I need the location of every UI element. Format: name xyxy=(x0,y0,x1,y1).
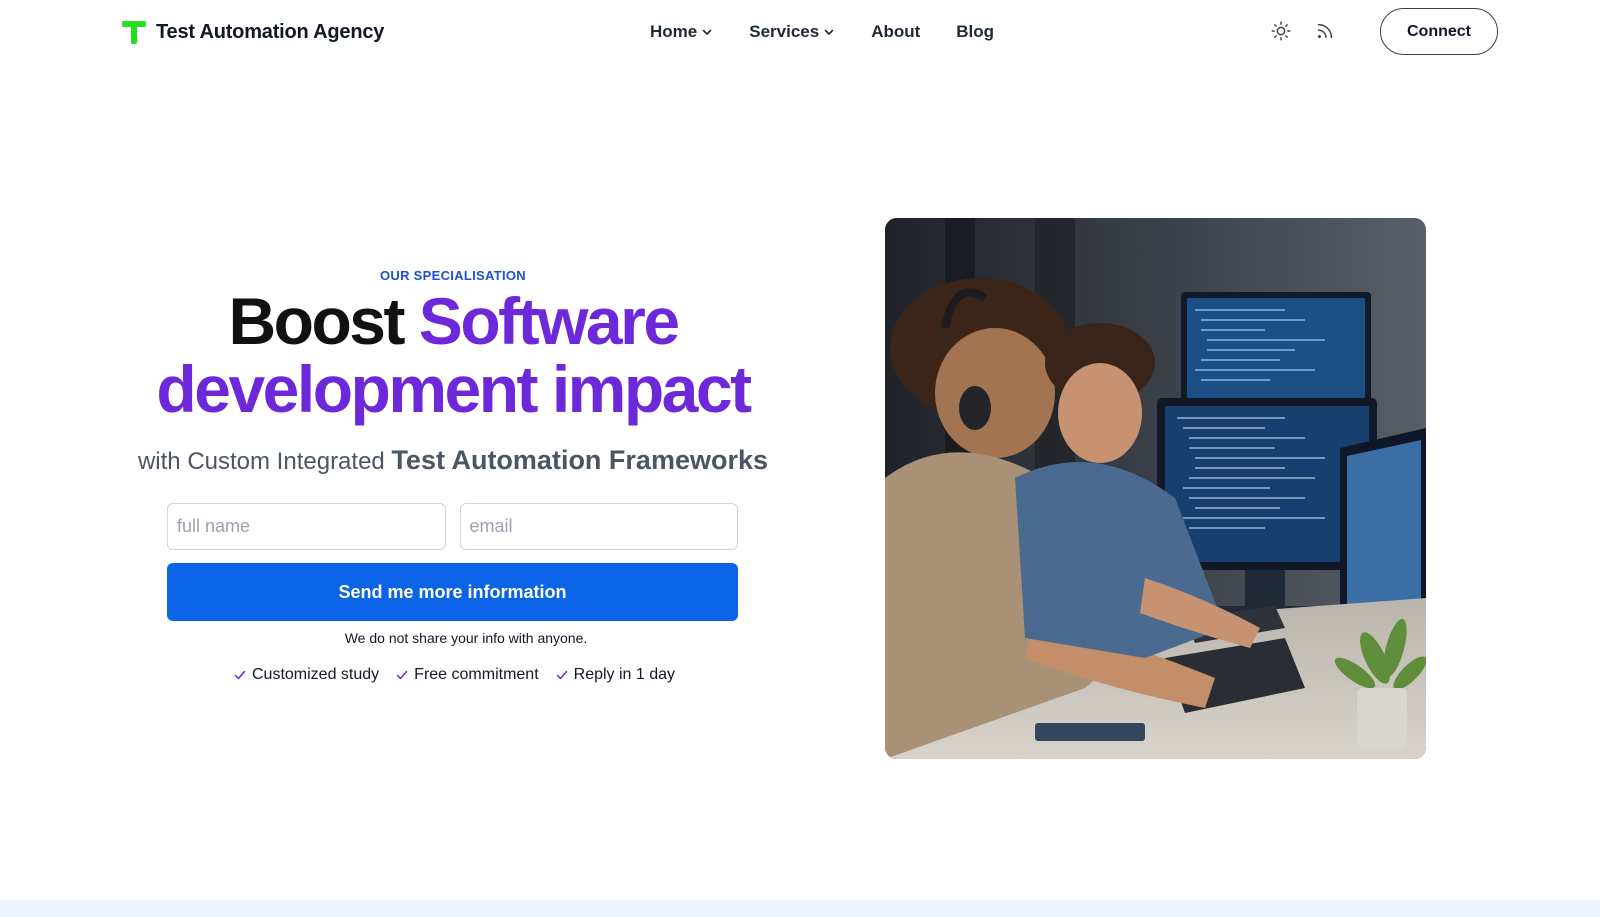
hero-headline: Boost Software development impact xyxy=(128,287,778,423)
nav-item-label: About xyxy=(871,22,921,41)
benefit-label: Reply in 1 day xyxy=(573,666,676,683)
benefit-label: Customized study xyxy=(252,666,380,683)
brand-name: Test Automation Agency xyxy=(156,20,385,43)
theme-toggle-button[interactable] xyxy=(1268,18,1294,44)
benefit-item: Free commitment xyxy=(395,666,539,684)
headline-dark-part: Boost xyxy=(228,284,405,358)
rss-button[interactable] xyxy=(1312,18,1338,44)
nav-item-blog[interactable]: Blog xyxy=(938,18,1012,46)
benefit-item: Customized study xyxy=(233,666,379,684)
lead-form xyxy=(167,503,738,550)
email-input[interactable] xyxy=(459,503,738,550)
nav-item-about[interactable]: About xyxy=(853,18,938,46)
nav-item-home[interactable]: Home xyxy=(650,18,731,46)
hero-subheadline: with Custom Integrated Test Automation F… xyxy=(128,445,778,476)
benefit-label: Free commitment xyxy=(414,666,539,683)
next-section-band xyxy=(0,900,1600,917)
sub-part-2: Custom Integrated xyxy=(187,448,385,475)
nav-item-services[interactable]: Services xyxy=(731,18,853,46)
check-icon xyxy=(396,670,408,680)
check-icon xyxy=(234,670,246,680)
nav-item-label: Services xyxy=(749,22,820,41)
hero-photo xyxy=(885,218,1426,759)
chevron-down-icon xyxy=(702,29,712,35)
headline-purple-part-1: Software xyxy=(418,284,680,358)
header-icons xyxy=(1268,18,1338,44)
site-header: Test Automation Agency Home Services Abo… xyxy=(0,0,1600,64)
main-nav: Home Services About Blog xyxy=(650,18,1012,46)
developers-at-computers-illustration xyxy=(885,218,1426,759)
privacy-note: We do not share your info with anyone. xyxy=(344,630,588,646)
nav-item-label: Blog xyxy=(956,22,995,41)
headline-purple-part-2: development impact xyxy=(156,352,752,426)
chevron-down-icon xyxy=(824,29,834,35)
logo-t-icon xyxy=(122,21,146,44)
full-name-input[interactable] xyxy=(167,503,446,550)
sun-icon xyxy=(1271,21,1291,41)
rss-icon xyxy=(1317,23,1333,39)
connect-button[interactable]: Connect xyxy=(1380,8,1498,55)
brand-logo[interactable]: Test Automation Agency xyxy=(120,14,384,50)
hero-content: OUR SPECIALISATION Boost Software develo… xyxy=(128,268,778,476)
nav-item-label: Home xyxy=(650,22,698,41)
benefit-item: Reply in 1 day xyxy=(555,666,675,684)
hero-eyebrow: OUR SPECIALISATION xyxy=(379,268,526,283)
send-info-button[interactable]: Send me more information xyxy=(167,563,738,621)
benefits-list: Customized study Free commitment Reply i… xyxy=(233,666,675,684)
sub-part-1: with xyxy=(137,448,181,475)
check-icon xyxy=(556,670,567,680)
sub-part-3: Test Automation Frameworks xyxy=(391,445,769,475)
